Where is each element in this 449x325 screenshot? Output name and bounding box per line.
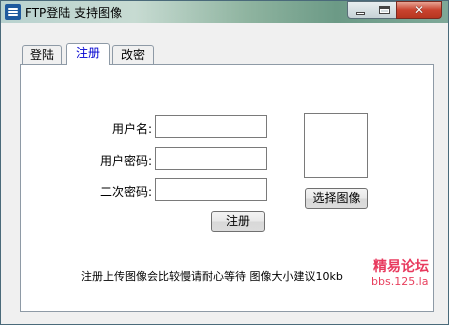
watermark-title: 精易论坛 — [373, 259, 429, 275]
confirm-password-label: 二次密码: — [99, 185, 152, 199]
close-icon: ✕ — [413, 3, 425, 17]
tab-register[interactable]: 注册 — [66, 43, 110, 65]
password-input[interactable] — [155, 147, 267, 170]
minimize-icon — [356, 12, 365, 15]
username-input[interactable] — [155, 115, 267, 138]
upload-note: 注册上传图像会比较慢请耐心等待 图像大小建议10kb — [81, 270, 343, 283]
watermark-url: bbs.125.la — [371, 275, 429, 288]
minimize-button[interactable] — [347, 1, 373, 19]
password-label: 用户密码: — [99, 154, 152, 168]
tab-change-password[interactable]: 改密 — [112, 45, 154, 65]
choose-image-button[interactable]: 选择图像 — [305, 188, 368, 209]
window-title: FTP登陆 支持图像 — [25, 6, 123, 20]
app-icon — [5, 4, 21, 20]
close-button[interactable]: ✕ — [396, 1, 442, 19]
tab-login[interactable]: 登陆 — [22, 45, 62, 65]
maximize-button[interactable] — [372, 1, 397, 19]
maximize-icon — [379, 6, 390, 14]
image-preview — [304, 113, 368, 178]
confirm-password-input[interactable] — [155, 178, 267, 201]
register-button[interactable]: 注册 — [211, 211, 265, 232]
app-window: FTP登陆 支持图像 ✕ 登陆 注册 改密 用户名: 用户密码: 二次密码: 选… — [0, 0, 449, 325]
username-label: 用户名: — [111, 122, 152, 136]
title-bar[interactable]: FTP登陆 支持图像 ✕ — [1, 1, 448, 23]
